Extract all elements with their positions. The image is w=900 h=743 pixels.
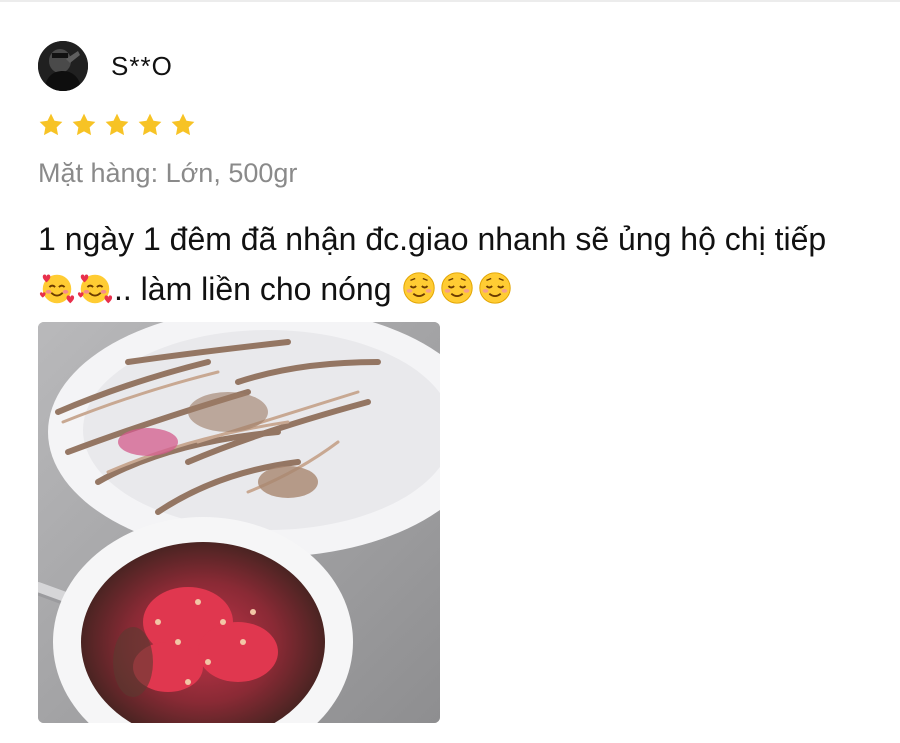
review-comment: 1 ngày 1 đêm đã nhận đc.giao nhanh sẽ ủn… bbox=[38, 214, 868, 314]
avatar-image bbox=[38, 41, 88, 91]
variant-text: Mặt hàng: Lớn, 500gr bbox=[38, 158, 298, 188]
star-icon bbox=[39, 113, 63, 136]
comment-text-part2: .. làm liền cho nóng bbox=[114, 271, 401, 307]
smiling-face-with-hearts-icon bbox=[38, 269, 76, 307]
star-rating bbox=[38, 112, 196, 138]
smiling-face-with-hearts-icon bbox=[76, 269, 114, 307]
review-header: S**O bbox=[38, 40, 173, 92]
username[interactable]: S**O bbox=[111, 51, 173, 82]
star-icon bbox=[105, 113, 129, 136]
top-divider bbox=[0, 0, 900, 2]
relieved-smiling-face-icon bbox=[476, 269, 514, 307]
star-icon bbox=[171, 113, 195, 136]
avatar[interactable] bbox=[38, 41, 88, 91]
star-icon bbox=[138, 113, 162, 136]
relieved-smiling-face-icon bbox=[400, 269, 438, 307]
food-photo-image bbox=[38, 322, 440, 723]
star-icon bbox=[72, 113, 96, 136]
comment-text-part1: 1 ngày 1 đêm đã nhận đc.giao nhanh sẽ ủn… bbox=[38, 221, 827, 257]
review-photo[interactable] bbox=[38, 322, 440, 723]
relieved-smiling-face-icon bbox=[438, 269, 476, 307]
